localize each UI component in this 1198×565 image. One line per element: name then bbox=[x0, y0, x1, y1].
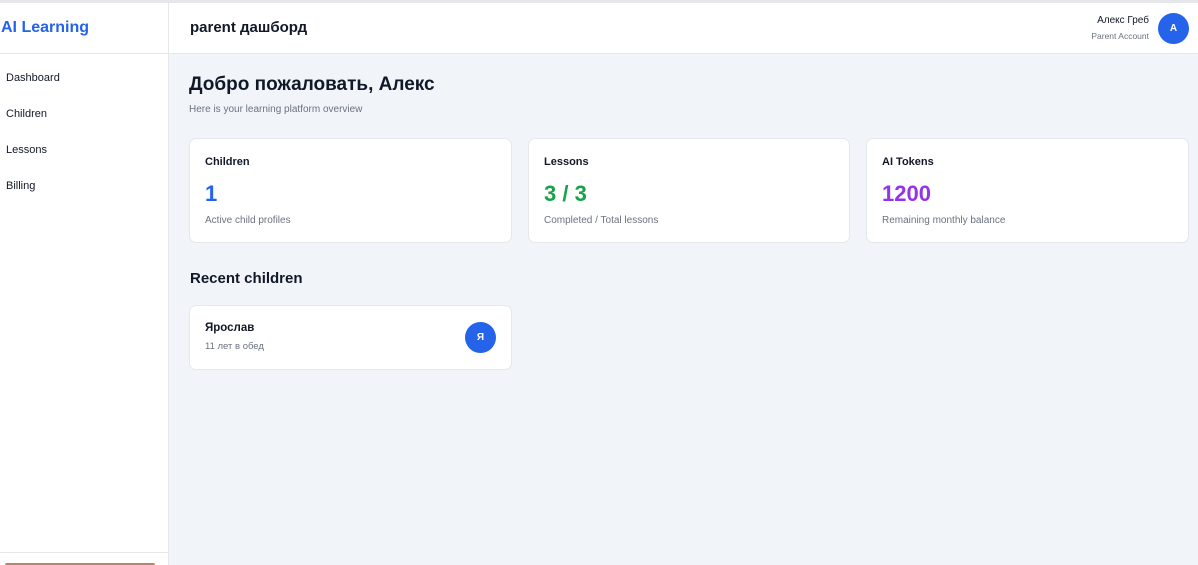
stat-label: AI Tokens bbox=[882, 156, 934, 168]
sidebar-item-billing[interactable]: Billing bbox=[0, 174, 168, 210]
main-content: Добро пожаловать, Алекс Here is your lea… bbox=[169, 54, 1198, 565]
sidebar-item-lessons[interactable]: Lessons bbox=[0, 138, 168, 174]
child-card[interactable]: Ярослав 11 лет в обед Я bbox=[189, 305, 512, 370]
stat-description: Remaining monthly balance bbox=[882, 215, 1006, 226]
sidebar: AI Learning Dashboard Children Lessons B… bbox=[0, 3, 169, 565]
user-avatar[interactable]: А bbox=[1158, 13, 1189, 44]
stat-card-children: Children 1 Active child profiles bbox=[189, 138, 512, 243]
stat-value: 3 / 3 bbox=[544, 181, 587, 206]
welcome-subtitle: Here is your learning platform overview bbox=[189, 104, 363, 115]
stat-card-lessons: Lessons 3 / 3 Completed / Total lessons bbox=[528, 138, 850, 243]
stat-label: Lessons bbox=[544, 156, 589, 168]
stat-description: Completed / Total lessons bbox=[544, 215, 659, 226]
user-role: Parent Account bbox=[1091, 31, 1149, 41]
sidebar-nav: Dashboard Children Lessons Billing bbox=[0, 54, 168, 210]
sidebar-footer bbox=[0, 552, 168, 565]
page-title: parent дашборд bbox=[190, 19, 308, 36]
child-avatar: Я bbox=[465, 322, 496, 353]
sidebar-item-children[interactable]: Children bbox=[0, 102, 168, 138]
stat-description: Active child profiles bbox=[205, 215, 291, 226]
stat-label: Children bbox=[205, 156, 250, 168]
stat-value: 1 bbox=[205, 181, 218, 206]
top-header: parent дашборд Алекс Греб Parent Account… bbox=[169, 3, 1198, 54]
brand-logo[interactable]: AI Learning bbox=[0, 3, 168, 54]
recent-children-heading: Recent children bbox=[190, 270, 303, 287]
welcome-heading: Добро пожаловать, Алекс bbox=[189, 74, 435, 95]
sidebar-item-dashboard[interactable]: Dashboard bbox=[0, 66, 168, 102]
child-name: Ярослав bbox=[205, 322, 255, 334]
stat-value: 1200 bbox=[882, 181, 931, 206]
user-name: Алекс Греб bbox=[1097, 15, 1149, 26]
stat-card-ai-tokens: AI Tokens 1200 Remaining monthly balance bbox=[866, 138, 1189, 243]
child-age: 11 лет в обед bbox=[205, 341, 264, 352]
